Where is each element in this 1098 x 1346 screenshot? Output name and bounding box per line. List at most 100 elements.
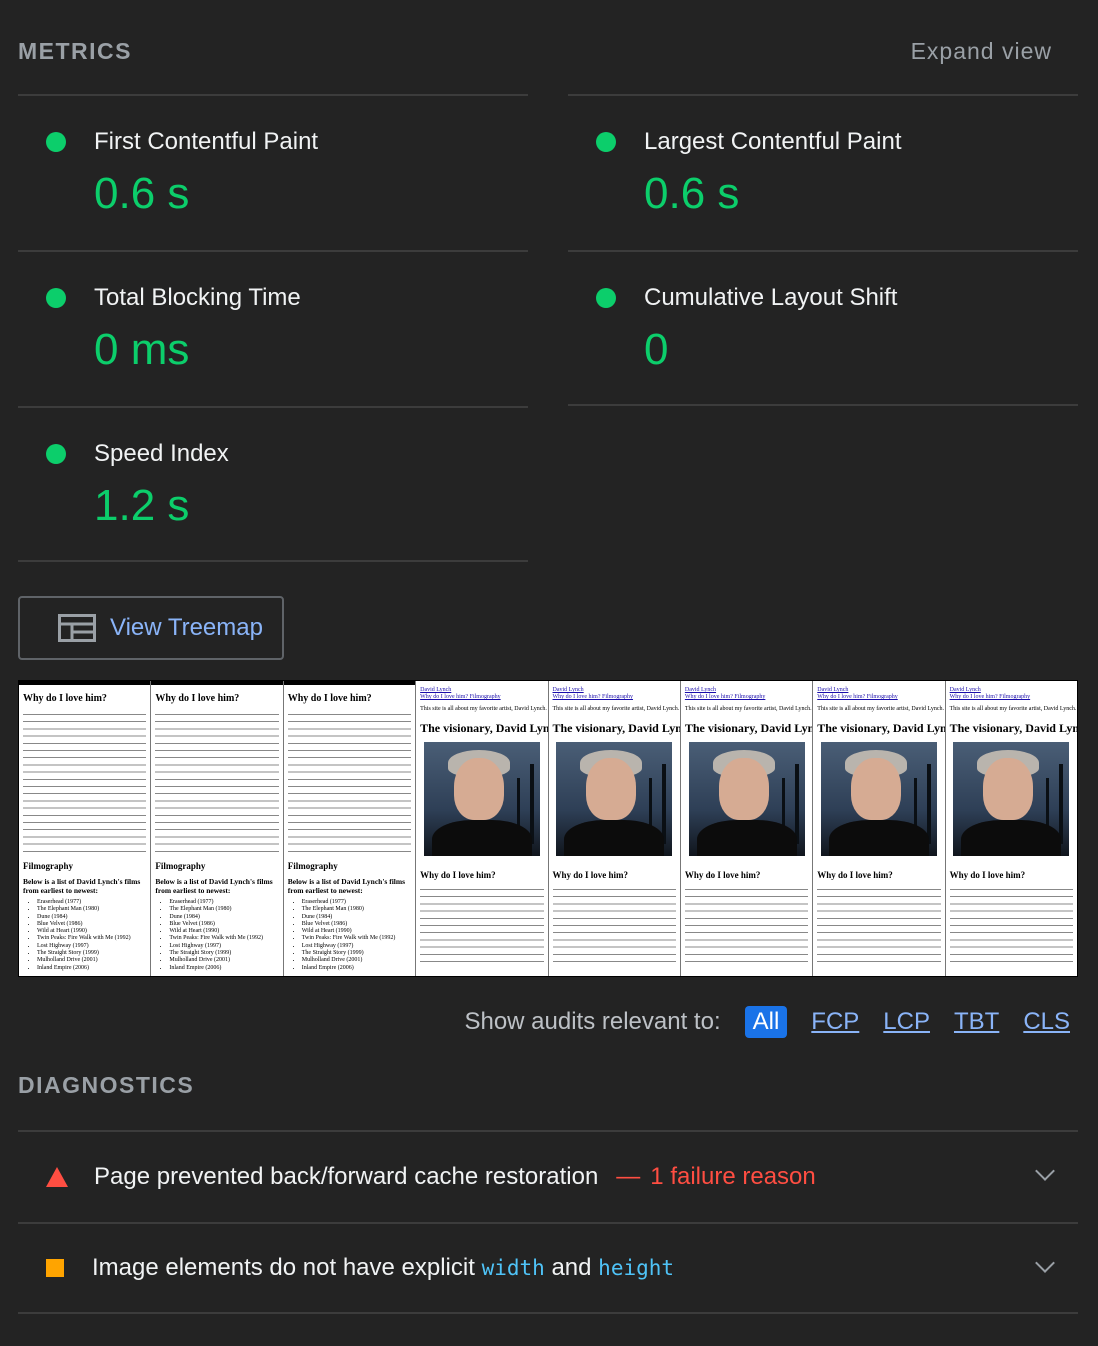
audit-bfcache[interactable]: Page prevented back/forward cache restor… [18,1130,1078,1222]
frame-title: The visionary, David Lynch [949,721,1077,735]
filmstrip-frame: Why do I love him? Filmography Below is … [283,681,417,976]
film-item: Inland Empire (2006) [302,965,411,972]
frame-film-list: Eraserhead (1977) The Elephant Man (1980… [288,899,411,972]
frame-filmography-heading: Filmography [155,861,206,871]
filter-cls[interactable]: CLS [1023,1008,1070,1036]
view-treemap-button[interactable]: View Treemap [18,596,284,660]
metrics-header: METRICS Expand view [18,36,1052,66]
audit-filter-label: Show audits relevant to: [464,1008,721,1035]
frame-heading: Why do I love him? [23,693,107,704]
audit-title: Image elements do not have explicit widt… [92,1254,674,1282]
film-item: Lost Highway (1997) [169,943,278,950]
metric-fcp: First Contentful Paint 0.6 s [18,94,528,250]
audit-code-width: width [481,1256,545,1280]
film-item: Dune (1984) [169,914,278,921]
chevron-down-icon[interactable] [1035,1161,1055,1181]
filter-fcp[interactable]: FCP [811,1008,859,1036]
filmstrip-frame: Why do I love him? Filmography Below is … [19,681,152,976]
audit-title-text: Page prevented back/forward cache restor… [94,1163,599,1190]
audit-title: Page prevented back/forward cache restor… [94,1163,816,1191]
filmstrip-frame: David Lynch Why do I love him? Filmograp… [813,681,946,976]
treemap-icon [58,614,96,642]
metric-name: Speed Index [94,440,229,467]
filter-all[interactable]: All [744,1006,788,1038]
frame-nav-link: David Lynch [420,687,452,693]
portrait-image [953,742,1070,856]
frame-intro: This site is all about my favorite artis… [817,706,945,712]
frame-filmography-heading: Filmography [287,861,338,871]
audit-unsized-images[interactable]: Image elements do not have explicit widt… [18,1222,1078,1314]
filter-tbt[interactable]: TBT [954,1008,999,1036]
expand-view-toggle[interactable]: Expand view [911,38,1052,65]
pass-status-icon [46,444,66,464]
fail-triangle-icon [46,1167,68,1187]
metric-name: Largest Contentful Paint [644,128,902,155]
filmstrip-frame: David Lynch Why do I love him? Filmograp… [548,681,681,976]
frame-paragraph [23,711,147,853]
filmstrip: Why do I love him? Filmography Below is … [18,680,1078,977]
film-item: Lost Highway (1997) [37,943,146,950]
filmstrip-frame: David Lynch Why do I love him? Filmograp… [416,681,549,976]
frame-intro: This site is all about my favorite artis… [420,706,547,712]
frame-paragraph [287,711,412,853]
frame-nav-link: David Lynch [684,687,717,693]
chevron-down-icon[interactable] [1035,1253,1055,1273]
portrait-image [688,742,805,856]
metric-value: 1.2 s [94,481,190,530]
frame-title: The visionary, David Lynch [817,721,946,735]
frame-paragraph [949,886,1073,966]
warning-square-icon [46,1259,64,1277]
metrics-section-title: METRICS [18,37,132,64]
film-item: Mulholland Drive (2001) [37,957,146,964]
film-item: Twin Peaks: Fire Walk with Me (1992) [169,935,278,942]
frame-heading: Why do I love him? [552,870,629,880]
filmstrip-frame: David Lynch Why do I love him? Filmograp… [945,681,1077,976]
filmstrip-frame: David Lynch Why do I love him? Filmograp… [680,681,814,976]
frame-nav-links: Why do I love him? Filmography [949,694,1031,700]
audit-code-height: height [598,1256,675,1280]
pass-status-icon [596,288,616,308]
metric-value: 0.6 s [94,169,190,218]
frame-heading: Why do I love him? [287,693,372,704]
frame-paragraph [155,711,279,853]
frame-nav-link: David Lynch [817,687,849,693]
diagnostics-section-title: DIAGNOSTICS [18,1072,195,1098]
frame-paragraph [817,886,941,966]
audit-separator: — [616,1163,641,1190]
frame-paragraph [552,886,676,966]
frame-title: The visionary, David Lynch [552,721,681,735]
frame-nav-link: David Lynch [949,687,981,693]
frame-nav-link: David Lynch [552,687,584,693]
pass-status-icon [46,132,66,152]
audit-title-text: Image elements do not have explicit [92,1254,475,1281]
frame-nav-links: Why do I love him? Filmography [420,694,501,700]
metric-name: First Contentful Paint [94,128,319,155]
film-item: The Elephant Man (1980) [302,906,411,913]
frame-intro: This site is all about my favorite artis… [552,706,680,712]
frame-nav-links: Why do I love him? Filmography [552,694,634,700]
film-item: Dune (1984) [37,914,146,921]
metric-cls: Cumulative Layout Shift 0 [568,250,1078,406]
frame-heading: Why do I love him? [949,870,1026,880]
film-item: Lost Highway (1997) [302,943,411,950]
frame-title: The visionary, David Lynch [684,721,814,735]
film-item: Inland Empire (2006) [169,965,278,972]
frame-heading: Why do I love him? [684,870,761,880]
metrics-grid: First Contentful Paint 0.6 s Largest Con… [18,94,1078,562]
metric-value: 0 [644,325,669,374]
frame-title: The visionary, David Lynch [420,721,549,735]
film-item: Mulholland Drive (2001) [169,957,278,964]
filter-lcp[interactable]: LCP [883,1008,930,1036]
portrait-image [820,742,937,856]
diagnostics-list: Page prevented back/forward cache restor… [18,1130,1078,1314]
metric-value: 0.6 s [644,169,740,218]
metric-tbt: Total Blocking Time 0 ms [18,250,528,406]
metric-speed-index: Speed Index 1.2 s [18,406,528,562]
metric-lcp: Largest Contentful Paint 0.6 s [568,94,1078,250]
film-item: Twin Peaks: Fire Walk with Me (1992) [302,935,411,942]
view-treemap-label: View Treemap [110,614,263,641]
film-item: Mulholland Drive (2001) [302,957,411,964]
frame-heading: Why do I love him? [155,693,240,704]
frame-film-list: Eraserhead (1977) The Elephant Man (1980… [155,899,278,972]
frame-paragraph [684,886,809,966]
